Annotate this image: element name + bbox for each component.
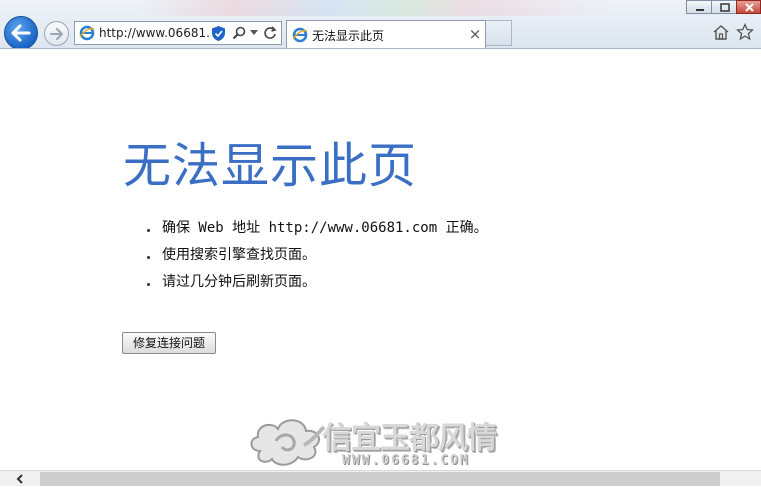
maximize-icon — [720, 3, 730, 12]
home-icon[interactable] — [712, 24, 730, 40]
watermark-title: 信宜玉都风情 — [322, 421, 497, 456]
watermark-url: WWW.06681.COM — [342, 453, 470, 468]
window-close-button[interactable] — [736, 0, 761, 14]
refresh-icon[interactable] — [263, 25, 277, 41]
ie-logo-icon — [79, 25, 95, 41]
background-window-strip — [140, 0, 610, 16]
ie-logo-icon — [292, 27, 308, 43]
search-icon[interactable] — [232, 26, 246, 40]
dropdown-icon[interactable] — [250, 30, 258, 35]
list-item: 确保 Web 地址 http://www.06681.com 正确。 — [146, 217, 488, 244]
favorites-star-icon[interactable] — [736, 23, 754, 41]
tab-active[interactable]: 无法显示此页 × — [286, 20, 486, 48]
horizontal-scrollbar[interactable] — [0, 470, 761, 486]
list-item: 使用搜索引擎查找页面。 — [146, 244, 488, 271]
forward-button[interactable] — [44, 21, 69, 46]
watermark: 信宜玉都风情 WWW.06681.COM — [246, 411, 516, 473]
forward-icon — [49, 27, 63, 40]
tab-title: 无法显示此页 — [312, 29, 385, 43]
maximize-button[interactable] — [711, 0, 737, 14]
back-button[interactable] — [4, 16, 38, 48]
close-icon[interactable]: × — [467, 25, 483, 43]
page-title: 无法显示此页 — [123, 138, 418, 194]
minimize-button[interactable] — [686, 0, 712, 14]
address-url-text[interactable]: http://www.06681.c — [99, 26, 209, 40]
minimize-icon — [696, 9, 704, 11]
address-bar[interactable]: http://www.06681.c — [74, 21, 282, 45]
scroll-left-icon — [16, 474, 23, 484]
shield-icon[interactable] — [211, 25, 226, 42]
new-tab-button[interactable] — [486, 20, 512, 46]
suggestion-list: 确保 Web 地址 http://www.06681.com 正确。 使用搜索引… — [146, 217, 488, 298]
window-close-icon — [745, 3, 754, 12]
list-item: 请过几分钟后刷新页面。 — [146, 271, 488, 298]
scrollbar-thumb[interactable] — [40, 472, 720, 486]
fix-connection-button[interactable]: 修复连接问题 — [122, 332, 216, 354]
cloud-logo-icon — [250, 419, 326, 466]
page-content: 无法显示此页 确保 Web 地址 http://www.06681.com 正确… — [0, 49, 761, 469]
scroll-left-button[interactable] — [0, 471, 40, 487]
back-icon — [11, 24, 31, 42]
browser-toolbar: http://www.06681.c 无法显示此页 × — [0, 0, 761, 49]
